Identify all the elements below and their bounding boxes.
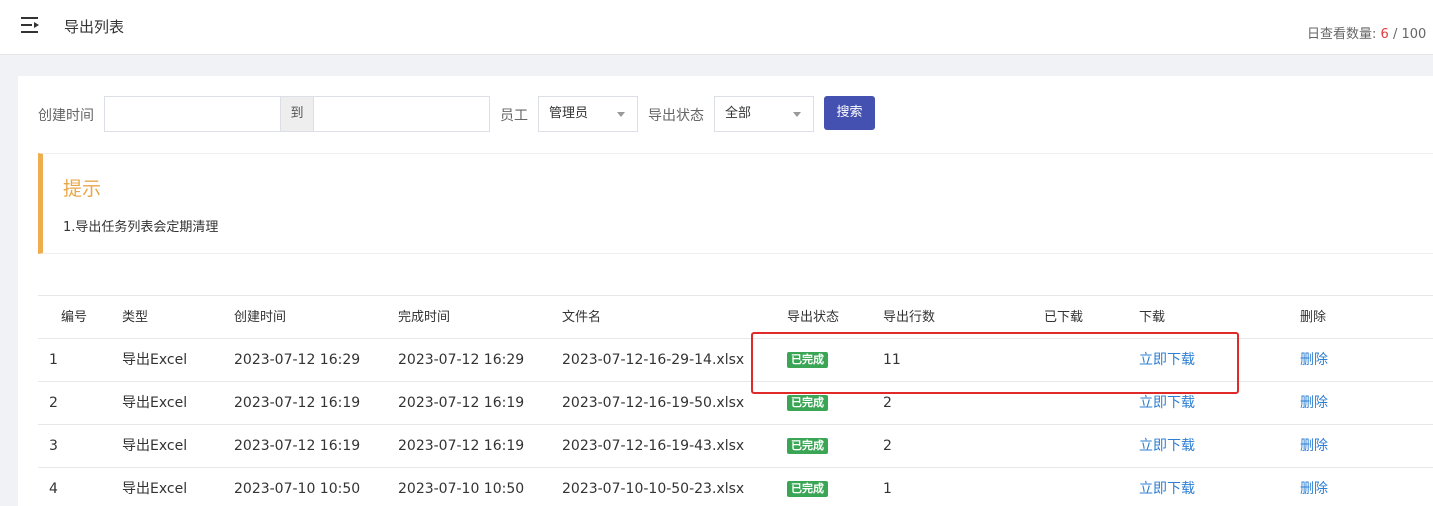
row-finished: 2023-07-12 16:19 (398, 438, 525, 454)
status-badge: 已完成 (787, 438, 828, 454)
row-id: 2 (49, 395, 58, 411)
row-created: 2023-07-12 16:19 (234, 395, 361, 411)
status-select-value: 全部 (725, 106, 752, 121)
header-delete: 删除 (1300, 310, 1327, 325)
table-row: 4 导出Excel 2023-07-10 10:50 2023-07-10 10… (38, 468, 1433, 506)
status-badge: 已完成 (787, 481, 828, 497)
row-id: 1 (49, 352, 58, 368)
row-count: 11 (883, 352, 901, 368)
header-finished: 完成时间 (398, 310, 451, 325)
row-filename: 2023-07-12-16-29-14.xlsx (562, 352, 745, 368)
header-type: 类型 (122, 310, 149, 325)
export-status-select[interactable]: 全部 (714, 96, 814, 132)
main-card: 创建时间 到 员工 管理员 导出状态 全部 搜索 提示 1.导出任务列表会定期清… (18, 76, 1433, 506)
row-status: 已完成 (787, 382, 828, 425)
table-row: 3 导出Excel 2023-07-12 16:19 2023-07-12 16… (38, 425, 1433, 468)
download-now-link[interactable]: 立即下载 (1139, 425, 1195, 468)
header-count: 导出行数 (883, 310, 936, 325)
range-separator: 到 (281, 96, 313, 132)
row-type: 导出Excel (122, 438, 188, 454)
table-row: 1 导出Excel 2023-07-12 16:29 2023-07-12 16… (38, 339, 1433, 382)
header-filename: 文件名 (562, 310, 602, 325)
header-download: 下载 (1139, 310, 1166, 325)
quota-label: 日查看数量: (1307, 27, 1377, 42)
delete-link[interactable]: 删除 (1300, 339, 1328, 382)
row-finished: 2023-07-12 16:19 (398, 395, 525, 411)
quota-rest: / 100 (1388, 27, 1427, 42)
header-status: 导出状态 (787, 310, 840, 325)
table-header-row: 编号 类型 创建时间 完成时间 文件名 导出状态 导出行数 已下载 下载 删除 (38, 296, 1433, 339)
row-finished: 2023-07-12 16:29 (398, 352, 525, 368)
row-status: 已完成 (787, 339, 828, 382)
row-status: 已完成 (787, 468, 828, 506)
row-status: 已完成 (787, 425, 828, 468)
header-downloaded: 已下载 (1044, 310, 1084, 325)
chevron-down-icon (793, 112, 801, 117)
row-finished: 2023-07-10 10:50 (398, 481, 525, 497)
search-button[interactable]: 搜索 (824, 96, 875, 130)
row-type: 导出Excel (122, 395, 188, 411)
delete-link[interactable]: 删除 (1300, 382, 1328, 425)
staff-label: 员工 (500, 108, 528, 124)
row-id: 3 (49, 438, 58, 454)
status-badge: 已完成 (787, 352, 828, 368)
end-date-input[interactable] (313, 96, 490, 132)
filter-bar: 创建时间 到 员工 管理员 导出状态 全部 搜索 (18, 96, 1433, 132)
page-title: 导出列表 (64, 18, 125, 36)
tip-box: 提示 1.导出任务列表会定期清理 (38, 153, 1433, 254)
delete-link[interactable]: 删除 (1300, 468, 1328, 506)
row-filename: 2023-07-12-16-19-50.xlsx (562, 395, 745, 411)
export-status-label: 导出状态 (648, 108, 704, 124)
row-created: 2023-07-10 10:50 (234, 481, 361, 497)
header-created: 创建时间 (234, 310, 287, 325)
top-bar: 导出列表 日查看数量: 6 / 100 (0, 0, 1433, 55)
download-now-link[interactable]: 立即下载 (1139, 468, 1195, 506)
tip-text: 1.导出任务列表会定期清理 (63, 220, 219, 235)
row-count: 2 (883, 438, 892, 454)
staff-select-value: 管理员 (549, 106, 589, 121)
tip-title: 提示 (63, 178, 102, 200)
table-row: 2 导出Excel 2023-07-12 16:19 2023-07-12 16… (38, 382, 1433, 425)
row-type: 导出Excel (122, 352, 188, 368)
row-count: 2 (883, 395, 892, 411)
start-date-input[interactable] (104, 96, 281, 132)
row-filename: 2023-07-12-16-19-43.xlsx (562, 438, 745, 454)
row-created: 2023-07-12 16:29 (234, 352, 361, 368)
staff-select[interactable]: 管理员 (538, 96, 638, 132)
row-created: 2023-07-12 16:19 (234, 438, 361, 454)
daily-view-quota: 日查看数量: 6 / 100 (1307, 23, 1426, 42)
header-id: 编号 (61, 310, 88, 325)
menu-toggle-icon[interactable] (20, 15, 42, 35)
delete-link[interactable]: 删除 (1300, 425, 1328, 468)
row-count: 1 (883, 481, 892, 497)
export-table: 编号 类型 创建时间 完成时间 文件名 导出状态 导出行数 已下载 下载 删除 … (38, 295, 1433, 506)
status-badge: 已完成 (787, 395, 828, 411)
row-id: 4 (49, 481, 58, 497)
chevron-down-icon (617, 112, 625, 117)
row-filename: 2023-07-10-10-50-23.xlsx (562, 481, 745, 497)
download-now-link[interactable]: 立即下载 (1139, 382, 1195, 425)
row-type: 导出Excel (122, 481, 188, 497)
quota-used: 6 (1380, 27, 1389, 42)
created-time-label: 创建时间 (38, 108, 94, 124)
download-now-link[interactable]: 立即下载 (1139, 339, 1195, 382)
